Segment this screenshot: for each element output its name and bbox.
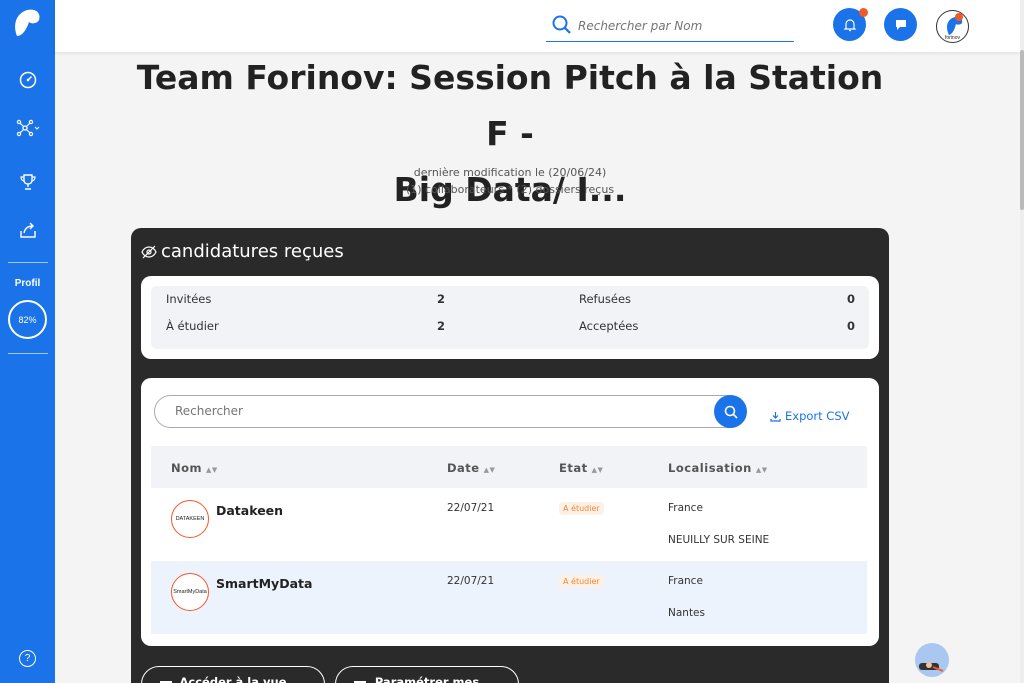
page-title-line: Team Forinov: Session Pitch à la Station…: [136, 58, 884, 153]
search-icon: [724, 405, 738, 419]
applications-title-text: candidatures reçues: [161, 241, 344, 262]
notification-badge: [859, 8, 868, 17]
bell-icon: [843, 18, 856, 31]
stat-a-etudier-value: 2: [437, 319, 446, 333]
location-city: Nantes: [668, 607, 705, 619]
status-badge: A étudier: [559, 502, 604, 515]
column-header-etat[interactable]: Etat ▲▼: [559, 461, 603, 475]
stat-a-etudier-label: À étudier: [166, 319, 219, 333]
table-row[interactable]: [151, 561, 867, 634]
profile-progress[interactable]: 82%: [8, 300, 47, 339]
export-csv-label: Export CSV: [785, 409, 850, 423]
support-chat-button[interactable]: [915, 643, 949, 677]
stat-acceptees-value: 0: [847, 319, 856, 333]
network-icon[interactable]: [16, 116, 40, 140]
location-city: NEUILLY SUR SEINE: [668, 534, 770, 546]
company-logo[interactable]: SmartMyData: [171, 573, 209, 611]
sidebar-divider: [8, 353, 48, 354]
trophy-icon[interactable]: [16, 170, 40, 194]
settings-label: Paramétrer mes: [374, 675, 480, 683]
settings-button[interactable]: Paramétrer mes: [335, 666, 519, 683]
header-search-input[interactable]: [578, 16, 788, 36]
column-header-localisation[interactable]: Localisation ▲▼: [668, 461, 768, 475]
download-icon: [770, 411, 781, 422]
applications-search[interactable]: [154, 395, 746, 428]
table-row[interactable]: [151, 488, 867, 561]
collaborators-info: (1) collaborateurs * (2) dossiers reçus: [405, 183, 615, 196]
search-icon: [552, 15, 571, 34]
scrollbar-thumb[interactable]: [1020, 50, 1024, 210]
stat-invitees-label: Invitées: [166, 292, 212, 306]
company-logo[interactable]: DATAKEEN: [171, 500, 209, 538]
avatar-label: forinov: [944, 35, 960, 41]
column-header-date[interactable]: Date ▲▼: [447, 461, 495, 475]
dashboard-icon[interactable]: [16, 68, 40, 92]
sort-icon[interactable]: ▲▼: [592, 466, 604, 474]
applications-title: candidatures reçues: [141, 241, 344, 262]
sort-icon[interactable]: ▲▼: [484, 466, 496, 474]
stat-acceptees-label: Acceptées: [579, 319, 639, 333]
sort-icon[interactable]: ▲▼: [756, 466, 768, 474]
messages-button[interactable]: [884, 8, 917, 41]
top-bar: [55, 0, 1020, 52]
assistant-avatar-icon: [919, 662, 944, 672]
sidebar-divider: [8, 262, 48, 263]
export-csv-link[interactable]: Export CSV: [770, 409, 850, 423]
location-country: France: [668, 575, 703, 587]
stats-summary: [151, 286, 869, 349]
search-button[interactable]: [714, 395, 747, 428]
applications-search-input[interactable]: [175, 404, 695, 418]
share-icon[interactable]: [16, 218, 40, 242]
status-badge: A étudier: [559, 575, 604, 588]
help-icon[interactable]: ?: [19, 650, 36, 667]
user-avatar[interactable]: forinov: [936, 10, 969, 43]
stat-refusees-value: 0: [847, 292, 856, 306]
profil-label: Profil: [14, 278, 41, 289]
eye-off-icon[interactable]: [141, 245, 157, 259]
last-modified: dernière modification le (20/06/24): [413, 166, 607, 179]
company-name[interactable]: Datakeen: [216, 503, 283, 518]
forinov-logo[interactable]: [11, 6, 43, 42]
chat-icon: [895, 19, 906, 30]
stat-invitees-value: 2: [437, 292, 446, 306]
header-search[interactable]: [546, 12, 794, 42]
company-name[interactable]: SmartMyData: [216, 576, 312, 591]
access-view-button[interactable]: Accéder à la vue: [141, 666, 325, 683]
application-date: 22/07/21: [447, 502, 495, 514]
application-date: 22/07/21: [447, 575, 495, 587]
column-header-nom[interactable]: Nom ▲▼: [171, 461, 218, 475]
sort-icon[interactable]: ▲▼: [206, 466, 218, 474]
stat-refusees-label: Refusées: [579, 292, 632, 306]
sidebar: Profil 82% ?: [0, 0, 55, 683]
location-country: France: [668, 502, 703, 514]
access-view-label: Accéder à la vue: [179, 675, 287, 683]
